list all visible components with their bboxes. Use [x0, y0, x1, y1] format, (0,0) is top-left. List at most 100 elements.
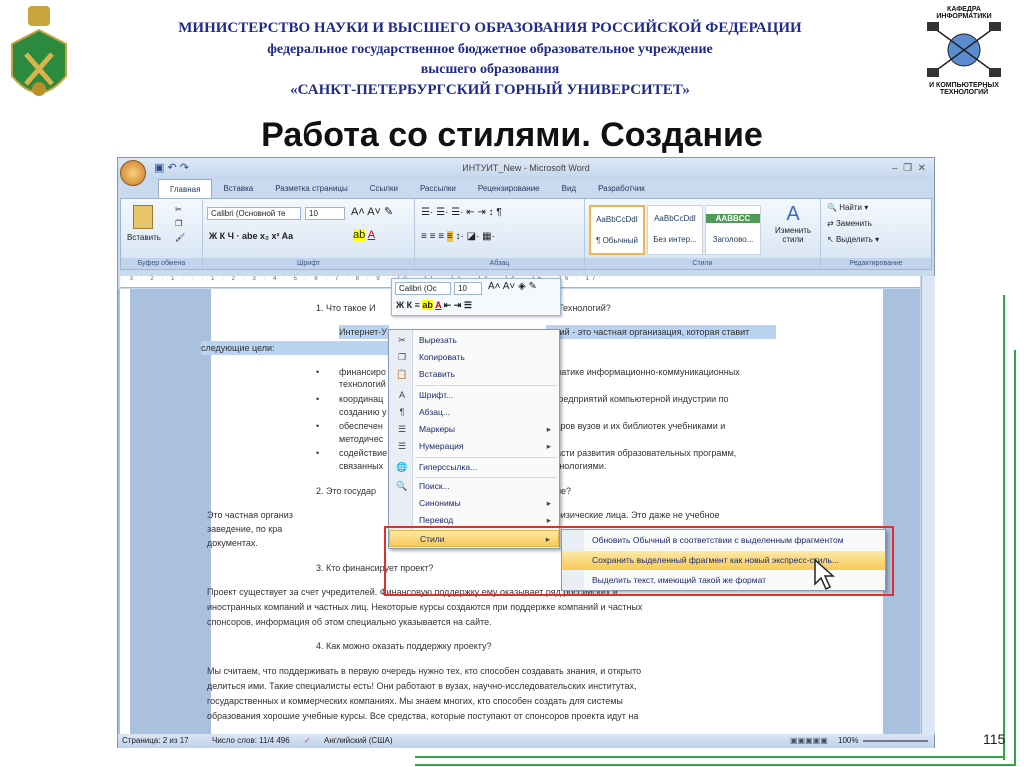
slide-title: Работа со стилями. Создание — [261, 116, 763, 154]
find-button[interactable]: 🔍 Найти ▾ — [827, 203, 868, 212]
bullet: • — [316, 421, 320, 431]
paste-icon — [133, 205, 153, 229]
window-title: ИНТУИТ_New - Microsoft Word — [462, 163, 590, 173]
font-size-select[interactable]: 10 — [305, 207, 345, 220]
format-buttons[interactable]: Ж К Ч · abe x₂ x² Aa — [209, 231, 293, 241]
editing-group: 🔍 Найти ▾ ⇄ Заменить ↖ Выделить ▾ Редакт… — [821, 199, 931, 269]
menu-item-copy[interactable]: ❐ Копировать — [389, 349, 559, 366]
tab-references[interactable]: Ссылки — [359, 179, 409, 198]
scissors-icon: ✂ — [398, 335, 406, 345]
menu-item-paragraph[interactable]: ¶ Абзац... — [389, 404, 559, 421]
group-label: Шрифт — [203, 258, 414, 269]
tab-mailings[interactable]: Рассылки — [409, 179, 467, 198]
group-label: Буфер обмена — [121, 258, 202, 269]
group-label: Стили — [585, 258, 820, 269]
mini-size-select[interactable]: 10 — [454, 282, 482, 295]
zoom-slider[interactable] — [863, 740, 928, 742]
title-bar: ▣ ↶ ↷ ИНТУИТ_New - Microsoft Word – ❐ ✕ — [118, 158, 934, 186]
vertical-ruler[interactable] — [120, 289, 130, 734]
word-count[interactable]: Число слов: 11/4 496 — [212, 734, 290, 748]
vertical-scrollbar[interactable] — [921, 276, 935, 734]
list-buttons[interactable]: ☰· ☰· ☰· ⇤ ⇥ ↕ ¶ — [421, 207, 502, 218]
context-menu: ✂ Вырезать ❐ Копировать 📋 Вставить A Шрифт..… — [388, 329, 560, 549]
zoom-level[interactable]: 100% — [838, 734, 858, 748]
ministry-name: МИНИСТЕРСТВО НАУКИ И ВЫСШЕГО ОБРАЗОВАНИЯ… — [178, 20, 802, 36]
grow-shrink-font[interactable]: A˄ A˅ ✎ — [351, 205, 393, 218]
status-bar: Страница: 2 из 17 Число слов: 11/4 496 ✓… — [118, 734, 934, 748]
search-icon: 🔍 — [396, 481, 408, 491]
decor-line — [415, 764, 1015, 766]
language-indicator[interactable]: Английский (США) — [324, 734, 393, 748]
clipboard-group: Вставить ✂ ❐ 🖌 Буфер обмена — [121, 199, 203, 269]
menu-item-font[interactable]: A Шрифт... — [389, 387, 559, 404]
bullet: • — [316, 394, 320, 404]
styles-group: AaBbCcDdI ¶ Обычный AaBbCcDdI Без интер...… — [585, 199, 821, 269]
menu-item-synonyms[interactable]: Синонимы ▸ — [389, 495, 559, 512]
font-icon: A — [398, 390, 405, 400]
window-controls[interactable]: – ❐ ✕ — [892, 158, 926, 179]
bullets-icon: ☰ — [397, 424, 407, 434]
tab-insert[interactable]: Вставка — [212, 179, 264, 198]
menu-item-bullets[interactable]: ☰ Маркеры ▸ — [389, 421, 559, 438]
education-level: высшего образования — [420, 62, 560, 77]
mini-format-buttons[interactable]: Ж К ≡ ab A ⇤ ⇥ ☰ — [396, 300, 472, 311]
decor-line — [1003, 295, 1005, 760]
paste-button[interactable]: Вставить — [127, 233, 161, 242]
mouse-cursor-icon — [814, 558, 835, 591]
menu-separator — [415, 385, 557, 386]
bullet: • — [316, 448, 320, 458]
group-label: Абзац — [415, 258, 584, 269]
university-name: «САНКТ-ПЕТЕРБУРГСКИЙ ГОРНЫЙ УНИВЕРСИТЕТ» — [290, 82, 690, 98]
style-no-spacing[interactable]: AaBbCcDdI Без интер... — [647, 205, 703, 255]
highlight-color-icons[interactable]: ab A — [353, 229, 375, 241]
select-button[interactable]: ↖ Выделить ▾ — [827, 235, 879, 244]
tab-view[interactable]: Вид — [551, 179, 587, 198]
tab-developer[interactable]: Разработчик — [587, 179, 656, 198]
replace-button[interactable]: ⇄ Заменить — [827, 219, 872, 228]
submenu-arrow-icon: ▸ — [546, 498, 551, 508]
cut-copy-icons[interactable]: ✂ ❐ 🖌 — [175, 203, 185, 245]
network-globe-icon — [927, 22, 1001, 77]
ribbon-tabs: Главная Вставка Разметка страницы Ссылки… — [158, 179, 656, 198]
menu-separator — [415, 457, 557, 458]
university-logo — [6, 4, 72, 114]
spellcheck-icon[interactable]: ✓ — [304, 734, 311, 748]
tab-page-layout[interactable]: Разметка страницы — [264, 179, 359, 198]
font-group: Calibri (Основной те 10 A˄ A˅ ✎ Ж К Ч · … — [203, 199, 415, 269]
view-buttons[interactable]: ▣▣▣▣▣ — [790, 734, 828, 748]
style-heading[interactable]: AABBCC Заголово... — [705, 205, 761, 255]
group-label: Редактирование — [821, 258, 931, 269]
page-number: 115 — [983, 731, 1006, 747]
paragraph-group: ☰· ☰· ☰· ⇤ ⇥ ↕ ¶ ≡ ≡ ≡ ≡ ↕· ◪· ▦· Абзац — [415, 199, 585, 269]
decor-line — [1014, 350, 1016, 766]
ribbon: Вставить ✂ ❐ 🖌 Буфер обмена Calibri (Основ… — [120, 198, 932, 270]
page-indicator[interactable]: Страница: 2 из 17 — [122, 734, 189, 748]
menu-item-cut[interactable]: ✂ Вырезать — [389, 332, 559, 349]
menu-item-paste[interactable]: 📋 Вставить — [389, 366, 559, 383]
tab-review[interactable]: Рецензирование — [467, 179, 551, 198]
menu-item-hyperlink[interactable]: 🌐 Гиперссылка... — [389, 459, 559, 476]
mini-grow-shrink[interactable]: A˄ A˅ ◈ ✎ — [488, 281, 537, 292]
change-styles-button[interactable]: A Изменить стили — [771, 203, 815, 244]
tab-home[interactable]: Главная — [158, 179, 213, 198]
bullet: • — [316, 367, 320, 377]
menu-item-numbering[interactable]: ☰ Нумерация ▸ — [389, 438, 559, 455]
submenu-arrow-icon: ▸ — [546, 424, 551, 434]
word-window: ▣ ↶ ↷ ИНТУИТ_New - Microsoft Word – ❐ ✕ … — [117, 157, 935, 748]
quick-access-toolbar[interactable]: ▣ ↶ ↷ — [154, 158, 189, 179]
paste-icon: 📋 — [396, 369, 408, 379]
decor-line — [415, 756, 1005, 758]
font-name-select[interactable]: Calibri (Основной те — [207, 207, 301, 220]
paragraph-icon: ¶ — [399, 407, 405, 417]
style-normal[interactable]: AaBbCcDdI ¶ Обычный — [589, 205, 645, 255]
align-buttons[interactable]: ≡ ≡ ≡ ≡ ↕· ◪· ▦· — [421, 231, 495, 242]
mini-font-select[interactable]: Calibri (Oc — [395, 282, 451, 295]
menu-item-search[interactable]: 🔍 Поиск... — [389, 478, 559, 495]
institution-type: федеральное государственное бюджетное об… — [267, 42, 713, 57]
office-button[interactable] — [120, 160, 146, 186]
numbering-icon: ☰ — [397, 441, 407, 451]
styles-icon: A — [786, 203, 800, 225]
copy-icon: ❐ — [397, 352, 407, 362]
department-logo: КАФЕДРА ИНФОРМАТИКИ И КОМПЬЮТЕРНЫХ ТЕХНО… — [916, 2, 1012, 112]
hyperlink-icon: 🌐 — [396, 462, 408, 472]
